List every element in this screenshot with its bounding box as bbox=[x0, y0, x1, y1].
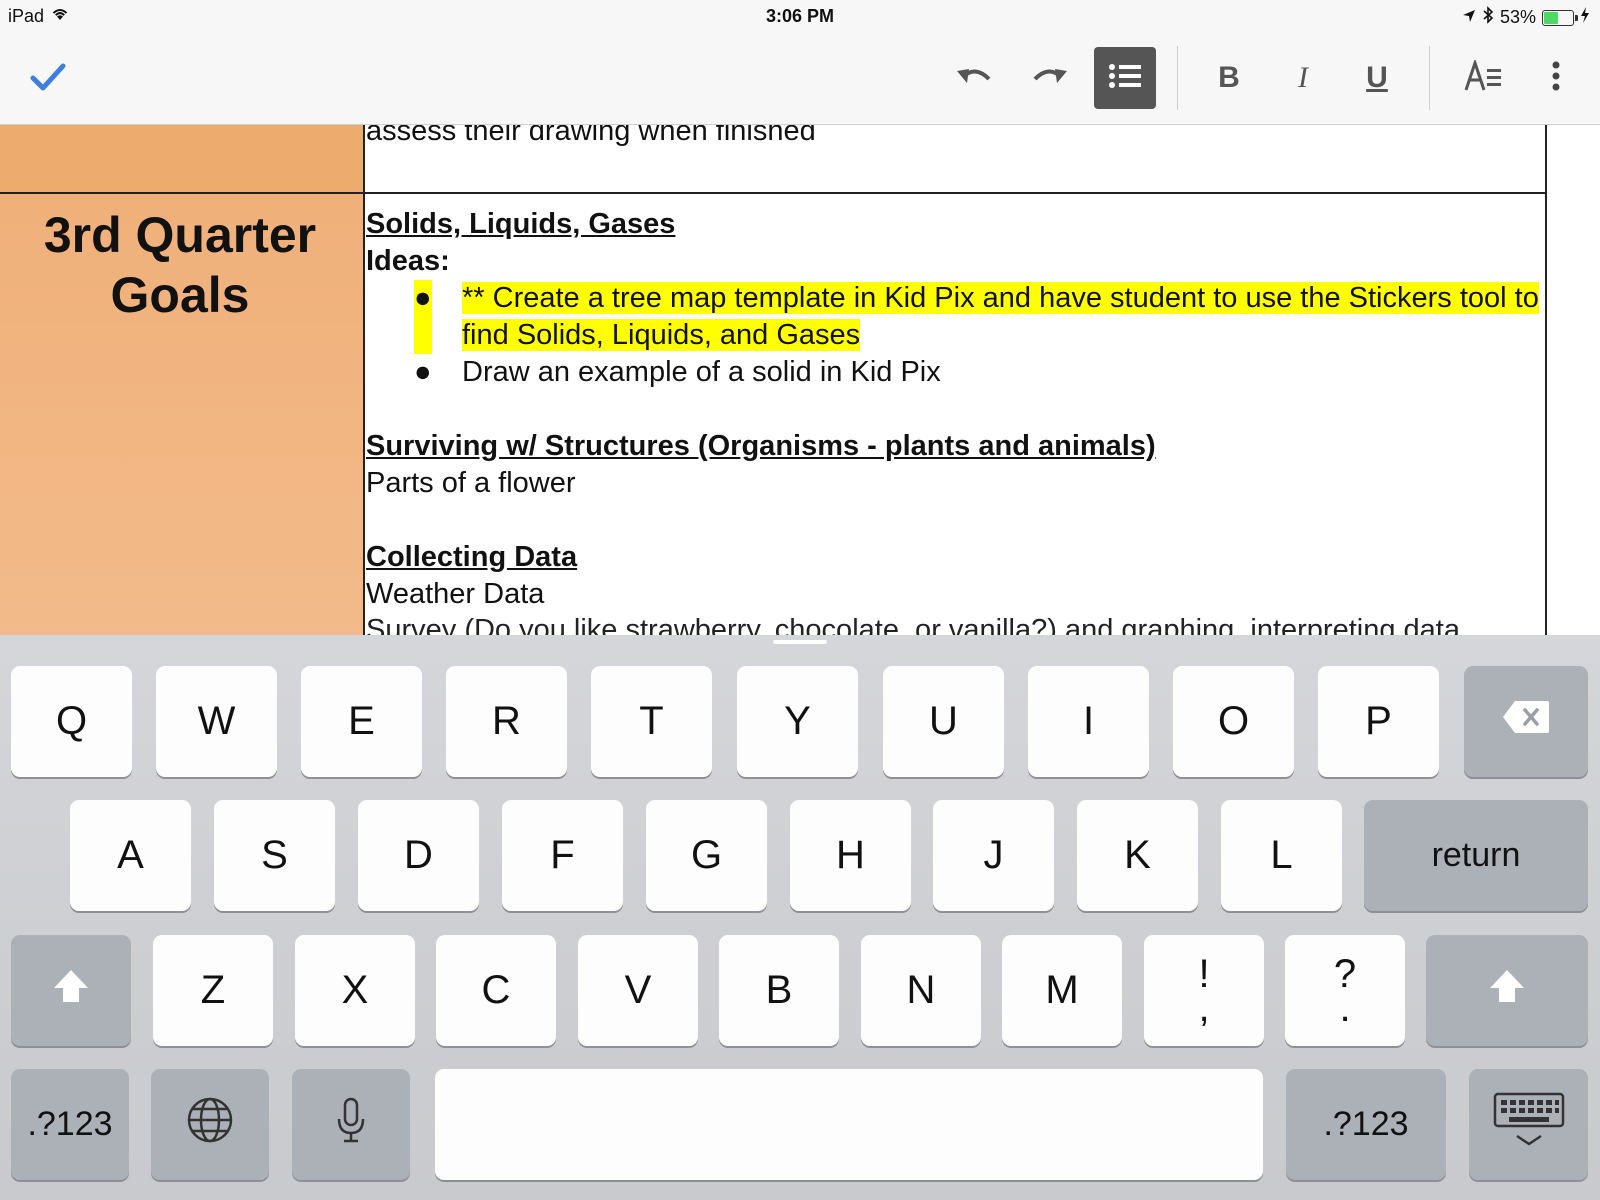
section-heading[interactable]: Surviving w/ Structures (Organisms - pla… bbox=[366, 428, 1541, 465]
key-x[interactable]: X bbox=[295, 935, 415, 1046]
key-o[interactable]: O bbox=[1173, 666, 1294, 777]
microphone-icon bbox=[336, 1097, 366, 1153]
table-cell-content[interactable]: Solids, Liquids, Gases Ideas: ● ** Creat… bbox=[366, 206, 1541, 613]
battery-level bbox=[1544, 11, 1558, 24]
more-options-button[interactable] bbox=[1526, 47, 1586, 109]
document-canvas[interactable]: assess their drawing when finished 3rd Q… bbox=[0, 125, 1600, 635]
list-item[interactable]: ● Draw an example of a solid in Kid Pix bbox=[414, 354, 1541, 391]
key-secondary: , bbox=[1198, 985, 1210, 1030]
key-y[interactable]: Y bbox=[737, 666, 858, 777]
toolbar-divider bbox=[1429, 46, 1430, 110]
key-w[interactable]: W bbox=[156, 666, 277, 777]
globe-icon bbox=[186, 1096, 234, 1154]
delete-key[interactable] bbox=[1464, 666, 1588, 777]
row-label[interactable]: 3rd Quarter Goals bbox=[0, 205, 360, 325]
table-border bbox=[1545, 125, 1547, 635]
more-options-icon bbox=[1551, 61, 1561, 96]
key-m[interactable]: M bbox=[1002, 935, 1122, 1046]
table-cell-label-previous bbox=[0, 125, 363, 192]
key-f[interactable]: F bbox=[502, 800, 623, 911]
key-b[interactable]: B bbox=[719, 935, 839, 1046]
clock: 3:06 PM bbox=[765, 6, 835, 26]
body-text[interactable]: Parts of a flower bbox=[366, 465, 1541, 502]
list-item-text[interactable]: Draw an example of a solid in Kid Pix bbox=[462, 354, 941, 391]
italic-icon: I bbox=[1298, 61, 1308, 94]
bulleted-list-button[interactable] bbox=[1094, 47, 1156, 109]
checkmark-icon[interactable] bbox=[28, 58, 68, 98]
toolbar-divider bbox=[1177, 46, 1178, 110]
key-u[interactable]: U bbox=[883, 666, 1004, 777]
undo-icon bbox=[955, 61, 995, 96]
shift-icon bbox=[1487, 966, 1527, 1016]
key-p[interactable]: P bbox=[1318, 666, 1439, 777]
charging-icon bbox=[1580, 7, 1590, 28]
table-border bbox=[0, 192, 1547, 194]
microphone-key[interactable] bbox=[292, 1069, 410, 1180]
table-border bbox=[363, 125, 365, 635]
key-s[interactable]: S bbox=[214, 800, 335, 911]
battery-percent: 53% bbox=[1499, 7, 1536, 27]
key-v[interactable]: V bbox=[578, 935, 698, 1046]
list-item[interactable]: ● ** Create a tree map template in Kid P… bbox=[414, 280, 1541, 354]
key-k[interactable]: K bbox=[1077, 800, 1198, 911]
numbers-key-right[interactable]: .?123 bbox=[1286, 1069, 1446, 1180]
bluetooth-icon bbox=[1482, 6, 1494, 29]
shift-icon bbox=[51, 966, 91, 1016]
key-n[interactable]: N bbox=[861, 935, 981, 1046]
body-text-cutoff[interactable]: Survey (Do you like strawberry, chocolat… bbox=[366, 614, 1460, 635]
key-e[interactable]: E bbox=[301, 666, 422, 777]
numbers-key-left[interactable]: .?123 bbox=[11, 1069, 129, 1180]
key-h[interactable]: H bbox=[790, 800, 911, 911]
key-secondary: . bbox=[1339, 985, 1351, 1030]
highlighted-text[interactable]: ** Create a tree map template in Kid Pix… bbox=[462, 282, 1539, 351]
bold-icon: B bbox=[1218, 61, 1240, 94]
underline-icon: U bbox=[1366, 61, 1388, 94]
key-a[interactable]: A bbox=[70, 800, 191, 911]
return-key[interactable]: return bbox=[1364, 800, 1588, 911]
text-format-button[interactable] bbox=[1452, 47, 1514, 109]
hide-keyboard-key[interactable] bbox=[1469, 1069, 1588, 1180]
battery-icon bbox=[1542, 9, 1578, 26]
keyboard-handle[interactable] bbox=[773, 640, 827, 644]
key-z[interactable]: Z bbox=[153, 935, 273, 1046]
key-l[interactable]: L bbox=[1221, 800, 1342, 911]
redo-icon bbox=[1029, 61, 1069, 96]
section-heading[interactable]: Solids, Liquids, Gases bbox=[366, 206, 1541, 243]
bulleted-list-icon bbox=[1108, 63, 1142, 94]
key-q[interactable]: Q bbox=[11, 666, 132, 777]
bullet: ● bbox=[414, 280, 432, 354]
bullet: ● bbox=[414, 356, 432, 388]
underline-button[interactable]: U bbox=[1346, 47, 1408, 109]
key-g[interactable]: G bbox=[646, 800, 767, 911]
key-t[interactable]: T bbox=[591, 666, 712, 777]
editor-toolbar: B I U bbox=[0, 32, 1600, 125]
body-text[interactable]: Weather Data bbox=[366, 576, 1541, 613]
key-d[interactable]: D bbox=[358, 800, 479, 911]
shift-key-right[interactable] bbox=[1426, 935, 1588, 1046]
section-heading[interactable]: Collecting Data bbox=[366, 539, 1541, 576]
location-arrow-icon bbox=[1462, 7, 1476, 28]
globe-key[interactable] bbox=[151, 1069, 269, 1180]
hide-keyboard-icon bbox=[1493, 1092, 1565, 1158]
redo-button[interactable] bbox=[1018, 47, 1080, 109]
key-exclamation-comma[interactable]: !, bbox=[1144, 935, 1264, 1046]
text-format-icon bbox=[1464, 57, 1502, 97]
status-bar: iPad 3:06 PM 53% bbox=[0, 0, 1600, 32]
key-question-period[interactable]: ?. bbox=[1285, 935, 1405, 1046]
ideas-label[interactable]: Ideas: bbox=[366, 243, 1541, 280]
shift-key-left[interactable] bbox=[11, 935, 131, 1046]
key-c[interactable]: C bbox=[436, 935, 556, 1046]
italic-button[interactable]: I bbox=[1272, 47, 1334, 109]
onscreen-keyboard: Q W E R T Y U I O P A S D F G H J K L re… bbox=[0, 635, 1600, 1200]
space-key[interactable] bbox=[435, 1069, 1263, 1180]
previous-row-text[interactable]: assess their drawing when finished bbox=[366, 125, 816, 148]
undo-button[interactable] bbox=[944, 47, 1006, 109]
delete-icon bbox=[1501, 699, 1551, 745]
key-r[interactable]: R bbox=[446, 666, 567, 777]
key-j[interactable]: J bbox=[933, 800, 1054, 911]
bold-button[interactable]: B bbox=[1198, 47, 1260, 109]
key-i[interactable]: I bbox=[1028, 666, 1149, 777]
